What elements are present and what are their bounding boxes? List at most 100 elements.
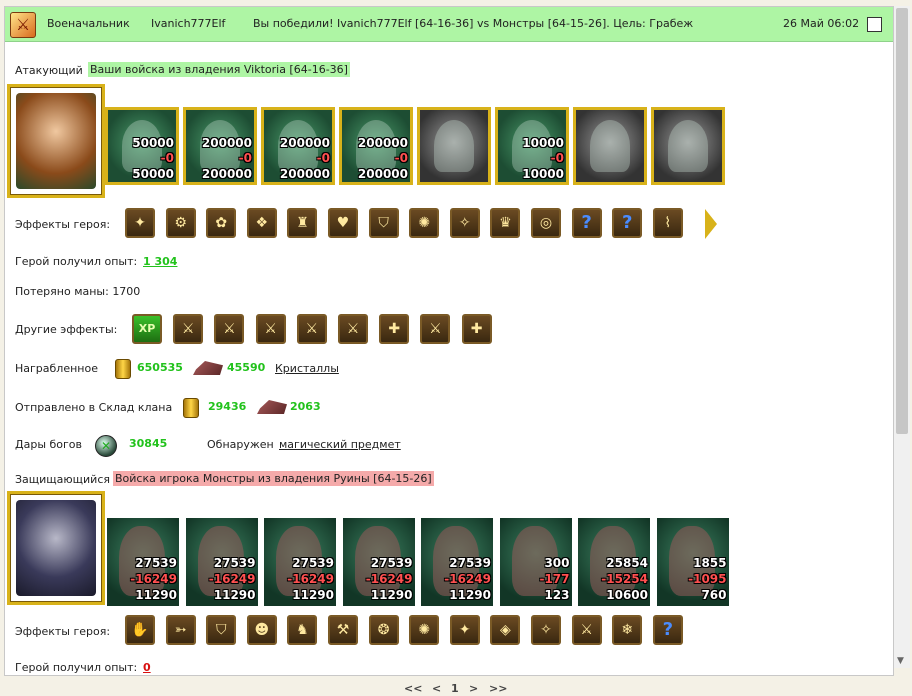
- hero-effect-icon[interactable]: ✧: [449, 208, 480, 238]
- pager-next[interactable]: >: [469, 682, 478, 695]
- defender-unit-card[interactable]: 300 -177 123: [499, 518, 572, 606]
- unit-count: 27539: [135, 556, 177, 570]
- commander-label: Военачальник: [47, 17, 130, 30]
- attacker-unit-card[interactable]: 200000 -0 200000: [339, 107, 413, 185]
- gray-archer-icon: [434, 120, 474, 172]
- attacker-exp-label: Герой получил опыт:: [15, 255, 138, 268]
- defender-unit-card[interactable]: 27539 -16249 11290: [342, 518, 415, 606]
- unit-count: 27539: [370, 556, 413, 570]
- hero-effect-icon[interactable]: ♛: [490, 208, 521, 238]
- attacker-unit-card[interactable]: 200000 -0 200000: [183, 107, 257, 185]
- unit-loss: -16249: [287, 572, 334, 586]
- mana-lost-text: Потеряно маны: 1700: [15, 285, 141, 298]
- loot-ore-value: 45590: [227, 361, 266, 374]
- player-name[interactable]: Ivanich777Elf: [151, 17, 225, 30]
- defender-effect-icon[interactable]: ☻: [246, 615, 277, 645]
- clan-ore-value: 2063: [290, 400, 321, 413]
- other-effect-icon[interactable]: ⚔: [214, 314, 245, 344]
- defender-effect-icon[interactable]: ⚔: [571, 615, 602, 645]
- attacker-hero-effects-label: Эффекты героя:: [15, 218, 111, 231]
- attacker-unit-card[interactable]: 200000 -0 200000: [261, 107, 335, 185]
- defender-effect-icon[interactable]: ❄: [612, 615, 643, 645]
- scroll-down-icon[interactable]: ▼: [897, 656, 904, 666]
- attacker-unit-card[interactable]: [651, 107, 725, 185]
- defender-unit-card[interactable]: 1855 -1095 760: [656, 518, 729, 606]
- hero-effect-icon[interactable]: ❖: [246, 208, 277, 238]
- battle-datetime: 26 Май 06:02: [783, 17, 860, 30]
- defender-effect-icon[interactable]: ◈: [490, 615, 521, 645]
- hero-effect-icon[interactable]: ?: [612, 208, 643, 238]
- hero-effect-icon[interactable]: ♜: [287, 208, 318, 238]
- defender-effect-icon[interactable]: ?: [652, 615, 683, 645]
- unit-loss: -15254: [601, 572, 648, 586]
- defender-unit-card[interactable]: 27539 -16249 11290: [185, 518, 258, 606]
- defender-exp-value[interactable]: 0: [143, 661, 151, 674]
- unit-remaining: 200000: [357, 167, 408, 181]
- hero-effect-icon[interactable]: ✿: [206, 208, 237, 238]
- attacker-unit-card[interactable]: [573, 107, 647, 185]
- hero-effect-icon[interactable]: ⌇: [652, 208, 683, 238]
- attacker-exp-value[interactable]: 1 304: [143, 255, 177, 268]
- unit-count: 200000: [279, 136, 330, 150]
- gray-monk-icon: [668, 120, 708, 172]
- select-checkbox[interactable]: [867, 17, 882, 32]
- magic-item-link[interactable]: магический предмет: [279, 438, 401, 451]
- other-effect-icon[interactable]: ⚔: [338, 314, 368, 344]
- other-effect-icon[interactable]: ✚: [461, 314, 492, 344]
- defender-hero-portrait[interactable]: [7, 491, 105, 605]
- attacker-hero-portrait[interactable]: [7, 84, 105, 198]
- defender-effect-icon[interactable]: ✧: [531, 615, 561, 645]
- pager-first[interactable]: <<: [404, 682, 422, 695]
- defender-unit-card[interactable]: 27539 -16249 11290: [421, 518, 493, 606]
- unit-loss: -0: [394, 151, 408, 165]
- hero-effect-icon[interactable]: ⚙: [165, 208, 196, 238]
- hero-effect-icon[interactable]: ?: [571, 208, 602, 238]
- crystals-link[interactable]: Кристаллы: [275, 362, 339, 375]
- ore-icon: [193, 361, 223, 375]
- battle-report-panel: ⚔ Военачальник Ivanich777Elf Вы победили…: [4, 6, 894, 676]
- defender-effect-icon[interactable]: ❂: [368, 615, 399, 645]
- hero-effect-icon[interactable]: ◎: [531, 208, 561, 238]
- unit-loss: -1095: [688, 572, 727, 586]
- defender-effect-icon[interactable]: ⚒: [328, 615, 358, 645]
- hero-effect-icon[interactable]: ⛉: [368, 208, 399, 238]
- attacker-unit-card[interactable]: 10000 -0 10000: [495, 107, 569, 185]
- attacker-label: Атакующий: [15, 64, 83, 77]
- other-effect-icon[interactable]: ⚔: [296, 314, 327, 344]
- defender-effect-icon[interactable]: ✋: [125, 615, 155, 645]
- defender-unit-card[interactable]: 27539 -16249 11290: [264, 518, 336, 606]
- other-effect-icon[interactable]: ⚔: [255, 314, 286, 344]
- defender-effect-icon[interactable]: ➳: [165, 615, 196, 645]
- vertical-scrollbar[interactable]: ▼: [894, 6, 910, 668]
- scrollbar-thumb[interactable]: [896, 8, 908, 434]
- effects-scroll-right-icon[interactable]: [705, 209, 717, 239]
- defender-effect-icon[interactable]: ⛉: [206, 615, 237, 645]
- hero-effect-icon[interactable]: ✦: [125, 208, 155, 238]
- defender-unit-card[interactable]: 27539 -16249 11290: [107, 518, 179, 606]
- defender-army-text: Войска игрока Монстры из владения Руины …: [113, 471, 434, 486]
- attacker-unit-card[interactable]: [417, 107, 491, 185]
- defender-unit-card[interactable]: 25854 -15254 10600: [578, 518, 650, 606]
- hero-effect-icon[interactable]: ✺: [409, 208, 440, 238]
- hero-effect-icon[interactable]: ♥: [328, 208, 358, 238]
- unit-remaining: 10000: [522, 167, 564, 181]
- defender-effect-icon[interactable]: ♞: [287, 615, 318, 645]
- other-effect-icon[interactable]: ⚔: [173, 314, 204, 344]
- other-effect-icon[interactable]: ⚔: [420, 314, 451, 344]
- other-effect-icon[interactable]: XP: [132, 314, 162, 344]
- attacker-unit-card[interactable]: 50000 -0 50000: [105, 107, 179, 185]
- pager-prev[interactable]: <: [432, 682, 441, 695]
- other-effect-icon[interactable]: ✚: [379, 314, 410, 344]
- unit-remaining: 11290: [449, 588, 491, 602]
- unit-loss: -0: [550, 151, 564, 165]
- defender-effect-icon[interactable]: ✦: [449, 615, 480, 645]
- gods-gifts-value: 30845: [129, 437, 168, 450]
- unit-remaining: 11290: [370, 588, 413, 602]
- defender-effect-icon[interactable]: ✺: [409, 615, 440, 645]
- battle-result-text: Вы победили! Ivanich777Elf [64-16-36] vs…: [253, 17, 694, 30]
- pager-last[interactable]: >>: [489, 682, 507, 695]
- defender-hero-effects-label: Эффекты героя:: [15, 625, 111, 638]
- unit-remaining: 11290: [292, 588, 334, 602]
- clan-ore-icon: [257, 400, 287, 414]
- other-effects-label: Другие эффекты:: [15, 323, 118, 336]
